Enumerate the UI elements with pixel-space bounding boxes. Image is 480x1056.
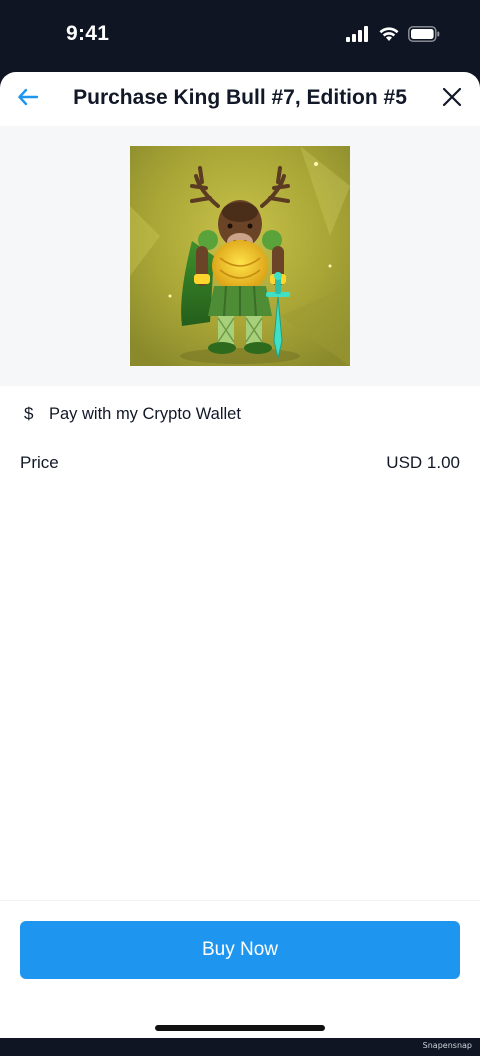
page-title: Purchase King Bull #7, Edition #5 — [73, 86, 407, 109]
header: Purchase King Bull #7, Edition #5 — [0, 72, 480, 126]
nft-artwork-image — [130, 146, 350, 366]
battery-icon — [408, 26, 440, 47]
bottom-strip: Snapensnap — [0, 1038, 480, 1056]
status-icons — [346, 26, 440, 47]
payment-method-row[interactable]: $ Pay with my Crypto Wallet — [0, 386, 480, 442]
watermark: Snapensnap — [422, 1041, 472, 1050]
dollar-icon: $ — [24, 404, 34, 423]
buy-now-button[interactable]: Buy Now — [20, 921, 460, 979]
status-time: 9:41 — [66, 22, 110, 45]
price-row: Price USD 1.00 — [20, 450, 460, 476]
purchase-sheet: Purchase King Bull #7, Edition #5 $ Pay … — [0, 72, 480, 1038]
wifi-icon — [378, 26, 400, 47]
price-value: USD 1.00 — [386, 453, 460, 472]
signal-icon — [346, 26, 370, 47]
close-icon — [441, 86, 463, 113]
nft-image-panel — [0, 126, 480, 386]
price-label: Price — [20, 453, 59, 472]
close-button[interactable] — [436, 83, 468, 115]
payment-method-label: Pay with my Crypto Wallet — [49, 404, 241, 423]
home-indicator — [155, 1025, 325, 1031]
status-bar: 9:41 — [0, 0, 480, 72]
footer: Buy Now — [0, 900, 480, 1038]
